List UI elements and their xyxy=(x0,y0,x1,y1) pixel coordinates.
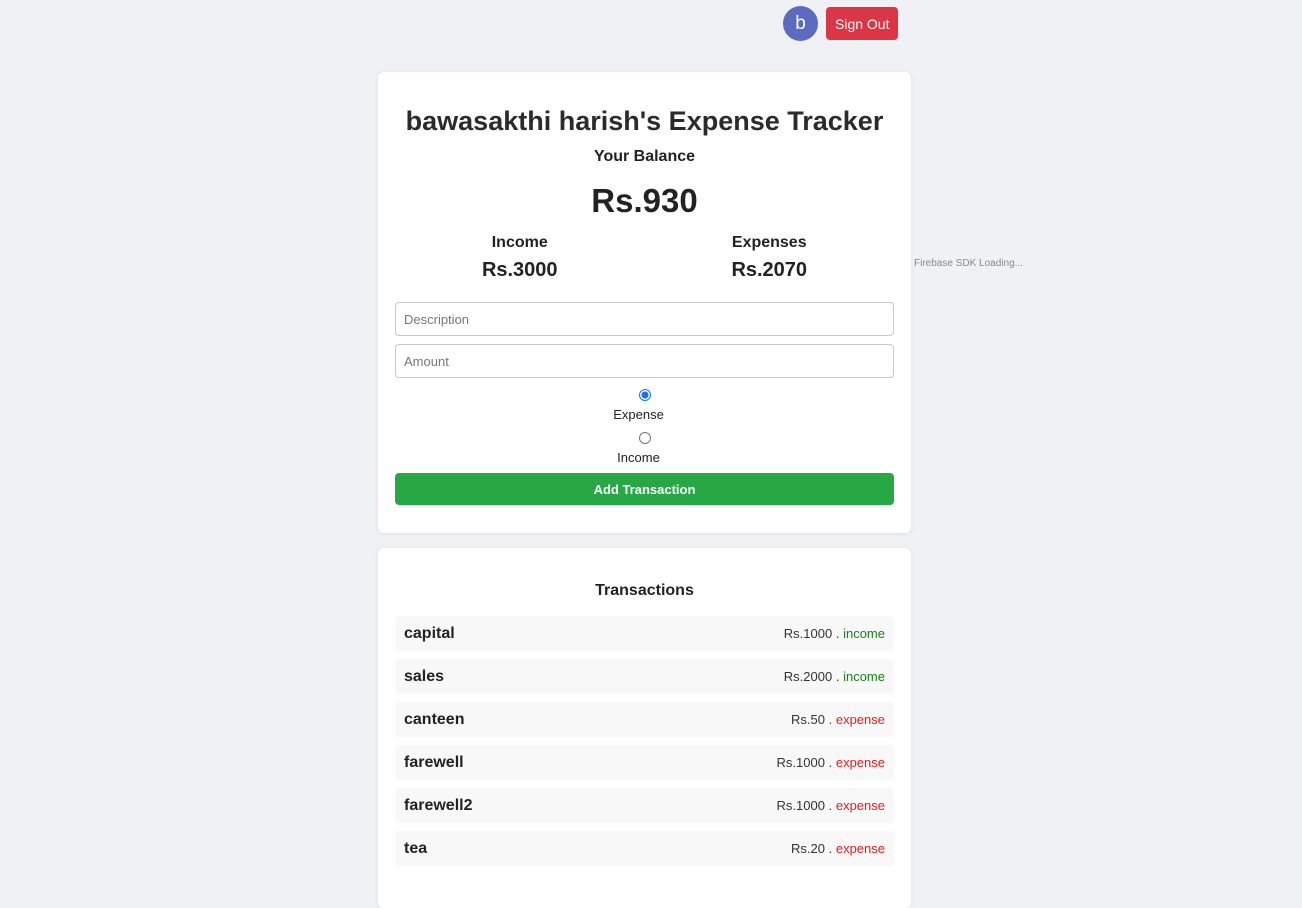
transaction-detail: Rs.50 . expense xyxy=(791,712,885,727)
transaction-amount: Rs.1000 xyxy=(783,626,833,641)
income-summary: Income Rs.3000 xyxy=(395,233,645,282)
transaction-type: expense xyxy=(835,841,885,856)
add-transaction-button[interactable]: Add Transaction xyxy=(395,473,894,505)
transactions-list: capital Rs.1000 . income sales Rs.2000 .… xyxy=(395,616,894,866)
list-item: farewell2 Rs.1000 . expense xyxy=(395,788,894,823)
transaction-name: farewell xyxy=(404,753,464,771)
list-item: farewell Rs.1000 . expense xyxy=(395,745,894,780)
transaction-detail: Rs.20 . expense xyxy=(791,841,885,856)
transaction-amount: Rs.2000 xyxy=(783,669,833,684)
separator: . xyxy=(828,798,833,813)
expense-tracker-card: bawasakthi harish's Expense Tracker Your… xyxy=(378,72,911,533)
transaction-type: expense xyxy=(835,712,885,727)
transaction-amount: Rs.1000 xyxy=(776,755,825,770)
balance-value: Rs.930 xyxy=(591,182,698,219)
balance-label: Your Balance xyxy=(593,148,696,165)
transaction-amount: Rs.50 xyxy=(791,712,825,727)
income-radio[interactable] xyxy=(638,432,651,444)
transaction-form: Expense Income Add Transaction xyxy=(395,302,894,505)
list-item: capital Rs.1000 . income xyxy=(395,616,894,651)
transaction-name: canteen xyxy=(404,710,465,728)
separator: . xyxy=(835,669,840,684)
transactions-card: Transactions capital Rs.1000 . income sa… xyxy=(378,548,911,908)
expense-radio-label[interactable]: Expense xyxy=(613,407,664,422)
transaction-amount: Rs.20 xyxy=(791,841,825,856)
income-value: Rs.3000 xyxy=(481,259,558,281)
page-title: bawasakthi harish's Expense Tracker xyxy=(405,106,884,136)
separator: . xyxy=(828,755,833,770)
transaction-detail: Rs.2000 . income xyxy=(784,669,885,684)
expenses-summary: Expenses Rs.2070 xyxy=(645,233,895,282)
separator: . xyxy=(835,626,840,641)
list-item: sales Rs.2000 . income xyxy=(395,659,894,694)
income-option: Income xyxy=(395,430,894,465)
description-input[interactable] xyxy=(395,302,894,336)
transaction-type: income xyxy=(843,626,885,641)
separator: . xyxy=(828,841,833,856)
transaction-name: tea xyxy=(404,839,428,857)
amount-input[interactable] xyxy=(395,344,894,378)
expense-radio[interactable] xyxy=(638,389,651,401)
list-item: canteen Rs.50 . expense xyxy=(395,702,894,737)
transaction-detail: Rs.1000 . expense xyxy=(777,798,885,813)
income-label: Income xyxy=(491,234,548,251)
transaction-name: capital xyxy=(404,624,455,642)
transaction-detail: Rs.1000 . income xyxy=(784,626,885,641)
expense-option: Expense xyxy=(395,387,894,422)
income-radio-label[interactable]: Income xyxy=(617,450,660,465)
income-expense-summary: Income Rs.3000 Expenses Rs.2070 xyxy=(395,233,894,282)
top-bar: b Sign Out xyxy=(783,6,899,41)
transaction-name: farewell2 xyxy=(404,796,473,814)
transaction-type: income xyxy=(843,669,885,684)
type-radio-group: Expense Income xyxy=(395,387,894,465)
transaction-type: expense xyxy=(835,755,885,770)
transactions-title: Transactions xyxy=(595,582,694,599)
sdk-status-text: Firebase SDK Loading... xyxy=(914,258,1023,269)
transaction-name: sales xyxy=(404,667,445,685)
transaction-detail: Rs.1000 . expense xyxy=(777,755,885,770)
user-avatar[interactable]: b xyxy=(783,6,818,41)
separator: . xyxy=(828,712,833,727)
expenses-label: Expenses xyxy=(731,234,807,251)
list-item: tea Rs.20 . expense xyxy=(395,831,894,866)
expenses-value: Rs.2070 xyxy=(731,259,808,281)
transaction-amount: Rs.1000 xyxy=(776,798,825,813)
sign-out-button[interactable]: Sign Out xyxy=(826,7,899,40)
transaction-type: expense xyxy=(835,798,885,813)
